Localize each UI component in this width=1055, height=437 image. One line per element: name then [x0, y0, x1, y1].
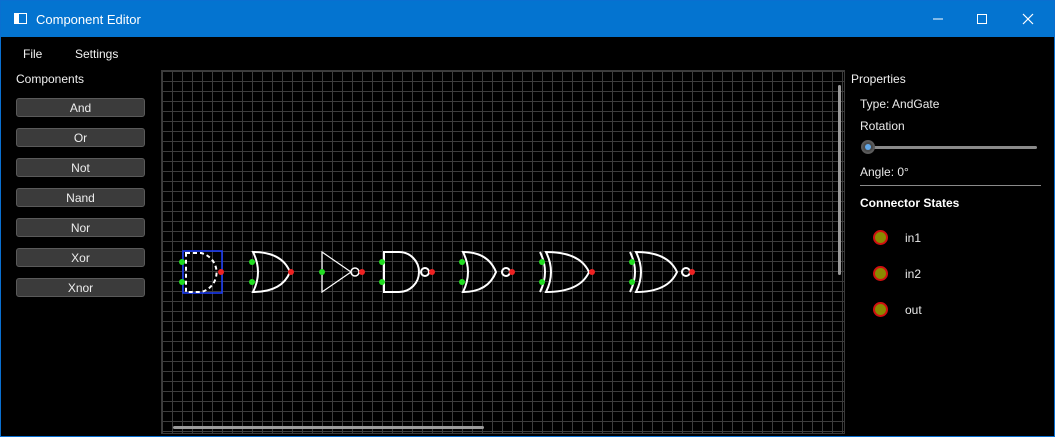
output-connector[interactable]: [589, 269, 595, 275]
connector-state-indicator[interactable]: [873, 302, 888, 317]
output-connector[interactable]: [288, 269, 294, 275]
output-connector[interactable]: [689, 269, 695, 275]
app-window-icon: [14, 13, 27, 24]
components-heading: Components: [16, 72, 85, 86]
inversion-bubble: [420, 267, 430, 277]
component-editor-window: Component Editor File Settings Component…: [0, 0, 1055, 437]
menu-file[interactable]: File: [23, 47, 42, 61]
close-icon: [1022, 13, 1034, 25]
inversion-bubble: [681, 267, 691, 277]
nor-gate-body: [461, 250, 498, 294]
input-connector[interactable]: [249, 279, 255, 285]
properties-heading: Properties: [851, 72, 906, 86]
title-bar[interactable]: Component Editor: [1, 1, 1054, 37]
divider: [860, 185, 1041, 186]
xnor-extra-curve: [629, 251, 636, 293]
input-connector[interactable]: [179, 259, 185, 265]
angle-readout: Angle: 0°: [860, 165, 909, 179]
nand-gate[interactable]: [379, 251, 435, 293]
selection-box: [182, 250, 223, 294]
component-type: Type: AndGate: [860, 97, 940, 111]
circuit-canvas[interactable]: [161, 70, 845, 434]
not-gate[interactable]: [319, 250, 365, 294]
output-connector[interactable]: [509, 269, 515, 275]
input-connector[interactable]: [319, 269, 325, 275]
input-connector[interactable]: [539, 259, 545, 265]
or-gate-body: [251, 250, 292, 294]
minimize-icon: [933, 18, 943, 20]
xor-gate[interactable]: [539, 250, 595, 294]
input-connector[interactable]: [539, 279, 545, 285]
input-connector[interactable]: [459, 259, 465, 265]
nand-gate-body: [383, 251, 420, 293]
and-gate[interactable]: [179, 250, 224, 294]
add-or-gate-button[interactable]: Or: [16, 128, 145, 147]
circuit-drawing: [179, 250, 695, 294]
close-button[interactable]: [1005, 1, 1051, 37]
xor-extra-curve: [539, 251, 546, 293]
input-connector[interactable]: [379, 279, 385, 285]
maximize-icon: [977, 14, 987, 24]
input-connector[interactable]: [379, 259, 385, 265]
output-connector[interactable]: [218, 269, 224, 275]
and-gate-body: [185, 252, 218, 293]
connector-name: out: [905, 303, 922, 317]
input-connector[interactable]: [629, 279, 635, 285]
input-connector[interactable]: [629, 259, 635, 265]
rotation-label: Rotation: [860, 119, 905, 133]
input-connector[interactable]: [459, 279, 465, 285]
output-connector[interactable]: [359, 269, 365, 275]
rotation-slider-thumb[interactable]: [861, 140, 875, 154]
connector-state-indicator[interactable]: [873, 230, 888, 245]
add-nor-gate-button[interactable]: Nor: [16, 218, 145, 237]
xnor-gate-body: [634, 250, 679, 294]
connector-name: in2: [905, 267, 922, 281]
inversion-bubble: [350, 267, 360, 277]
or-gate[interactable]: [249, 250, 294, 294]
menu-bar: File Settings: [1, 41, 841, 65]
minimize-button[interactable]: [915, 1, 961, 37]
rotation-slider-track[interactable]: [862, 146, 1037, 149]
nor-gate[interactable]: [459, 250, 515, 294]
add-not-gate-button[interactable]: Not: [16, 158, 145, 177]
input-connector[interactable]: [179, 279, 185, 285]
not-gate-body: [321, 250, 353, 294]
connector-state-indicator[interactable]: [873, 266, 888, 281]
inversion-bubble: [501, 267, 511, 277]
output-connector[interactable]: [429, 269, 435, 275]
menu-settings[interactable]: Settings: [75, 47, 118, 61]
xor-gate-body: [544, 250, 591, 294]
window-title: Component Editor: [36, 12, 141, 27]
canvas-horizontal-scrollbar[interactable]: [173, 426, 484, 429]
xnor-gate[interactable]: [629, 250, 695, 294]
maximize-button[interactable]: [959, 1, 1005, 37]
add-and-gate-button[interactable]: And: [16, 98, 145, 117]
input-connector[interactable]: [249, 259, 255, 265]
connector-states-heading: Connector States: [860, 196, 960, 210]
add-xor-gate-button[interactable]: Xor: [16, 248, 145, 267]
connector-name: in1: [905, 231, 922, 245]
add-xnor-gate-button[interactable]: Xnor: [16, 278, 145, 297]
add-nand-gate-button[interactable]: Nand: [16, 188, 145, 207]
canvas-vertical-scrollbar[interactable]: [838, 85, 841, 275]
